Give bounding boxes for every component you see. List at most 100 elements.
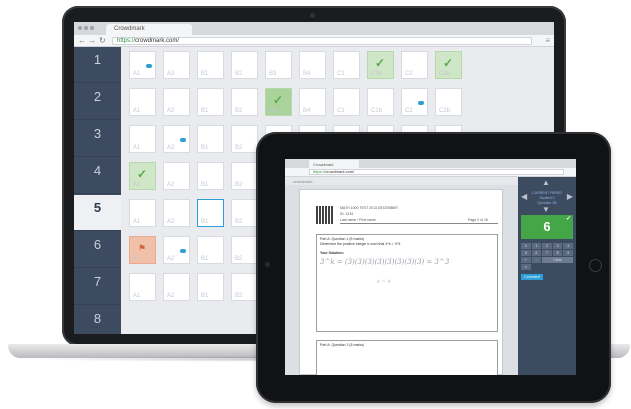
keypad-key[interactable]: - [531, 257, 542, 263]
row-number-5[interactable]: 5 [74, 195, 121, 231]
keypad-key[interactable]: 0 [521, 243, 531, 249]
row-number-4[interactable]: 4 [74, 158, 121, 194]
grade-cell[interactable]: C1 [333, 88, 360, 116]
comment-icon [180, 249, 186, 253]
grade-cell[interactable]: B2 [231, 88, 258, 116]
grade-cell[interactable]: A2 [163, 236, 190, 264]
grade-cell[interactable]: A1 [129, 125, 156, 153]
grade-cell[interactable]: B2 [231, 125, 258, 153]
grade-cell-label: A1 [133, 256, 141, 262]
keypad-key[interactable]: Clear [542, 257, 573, 263]
comment-button[interactable]: Comment [521, 274, 543, 280]
back-arrow-icon[interactable]: ← [78, 36, 86, 46]
reload-icon[interactable]: ↻ [99, 36, 106, 46]
grade-cell[interactable]: A1 [129, 273, 156, 301]
tablet-address-bar[interactable]: https://crowdmark.com/ [309, 169, 564, 175]
grade-cell[interactable]: A1 [129, 51, 156, 79]
keypad-key[interactable]: 5 [521, 250, 531, 256]
keypad-key[interactable]: 1 [531, 243, 542, 249]
grade-cell-label: A2 [167, 293, 175, 299]
keypad-key[interactable]: 8 [552, 250, 563, 256]
grade-cell[interactable]: A1 [129, 199, 156, 227]
tablet-url-host: crowdmark.com/ [325, 169, 355, 174]
grade-cell[interactable]: B2 [231, 236, 258, 264]
grade-cell[interactable]: C2 [401, 51, 428, 79]
grade-cell[interactable]: A1 [129, 88, 156, 116]
grade-cell[interactable]: B1 [197, 125, 224, 153]
keypad-key[interactable]: 3 [552, 243, 563, 249]
grade-cell-label: A1 [133, 71, 141, 77]
grade-cell[interactable]: B1 [197, 51, 224, 79]
grade-cell[interactable]: A2 [163, 88, 190, 116]
grade-cell[interactable]: B4 [299, 51, 326, 79]
forward-arrow-icon[interactable]: → [88, 36, 96, 46]
url-scheme: https:// [117, 38, 136, 44]
address-bar[interactable]: https://crowdmark.com/ [112, 37, 532, 45]
grade-cell-label: B4 [303, 71, 311, 77]
grade-cell[interactable]: C2 [401, 88, 428, 116]
grade-cell[interactable]: A1 ✓ [129, 162, 156, 190]
grade-cell[interactable]: B1 [197, 273, 224, 301]
grade-cell[interactable]: B1 [197, 199, 224, 227]
grading-sidebar: ▲ ◀ ▶ CURRENT PAPER Student 3 Question 2… [518, 177, 576, 375]
grade-cell[interactable]: B2 [231, 273, 258, 301]
left-arrow-icon[interactable]: ◀ [521, 192, 527, 201]
browser-toolbar: ← → ↻ https://crowdmark.com/ ≡ [74, 35, 554, 47]
grade-cell-label: A1 [133, 108, 141, 114]
row-number-1[interactable]: 1 [74, 47, 121, 83]
grade-cell[interactable]: B4 [299, 88, 326, 116]
keypad-key[interactable]: 2 [542, 243, 552, 249]
keypad-key[interactable]: 6 [531, 250, 542, 256]
row-number-3[interactable]: 3 [74, 121, 121, 157]
keypad-key[interactable]: 4 [563, 243, 573, 249]
keypad-key[interactable]: 9 [563, 250, 573, 256]
grade-cell[interactable]: B2 [231, 162, 258, 190]
grade-cell[interactable]: B3 [265, 51, 292, 79]
grade-cell[interactable]: C1 [333, 51, 360, 79]
grade-cell[interactable]: B3 ✓ [265, 88, 292, 116]
browser-tab[interactable]: Crowdmark [106, 24, 192, 35]
grade-cell[interactable]: A2 [163, 162, 190, 190]
window-close-dot[interactable] [78, 26, 82, 30]
grade-cell-label: B2 [235, 71, 243, 77]
window-zoom-dot[interactable] [90, 26, 94, 30]
grade-cell[interactable]: C1b [367, 88, 394, 116]
up-arrow-icon[interactable]: ▲ [542, 178, 550, 187]
question-2-box: Part A: Question 2 (5 marks) [316, 340, 498, 375]
grade-cell-label: A2 [167, 256, 175, 262]
keypad-key[interactable]: 7 [542, 250, 552, 256]
menu-icon[interactable]: ≡ [545, 36, 550, 46]
grade-cell[interactable]: B2 [231, 51, 258, 79]
keypad-key[interactable]: x [521, 264, 531, 270]
grade-cell[interactable]: A3 [163, 51, 190, 79]
header-line-1: MATH 1000 TEST 2013 DECEMBER [340, 206, 398, 210]
grade-cell-label: B2 [235, 219, 243, 225]
grade-cell[interactable]: B1 [197, 88, 224, 116]
row-number-2[interactable]: 2 [74, 84, 121, 120]
tablet-browser-tab[interactable]: Crowdmark [309, 160, 359, 168]
grade-cell[interactable]: A2 [163, 125, 190, 153]
grade-cell[interactable]: C1b ✓ [367, 51, 394, 79]
paper-viewer[interactable]: MATH 1000 TEST 2013 DECEMBER ID: 1234 La… [285, 185, 518, 375]
grade-cell-label: B4 [303, 108, 311, 114]
question-1-box: Part A: Question 1 (5 marks) Determine t… [316, 234, 498, 332]
grade-cell[interactable]: A1 ⚑ [129, 236, 156, 264]
row-number-6[interactable]: 6 [74, 232, 121, 268]
grade-cell[interactable]: C2b [435, 88, 462, 116]
header-line-4: Page 2 of 16 [468, 218, 488, 222]
row-number-8[interactable]: 8 [74, 306, 121, 334]
home-button[interactable] [589, 259, 602, 272]
grade-cell[interactable]: A2 [163, 273, 190, 301]
grade-cell-label: C2b [439, 108, 451, 114]
keypad-key[interactable]: + [521, 257, 531, 263]
row-number-7[interactable]: 7 [74, 269, 121, 305]
grade-cell[interactable]: B1 [197, 236, 224, 264]
grade-cell[interactable]: B2 [231, 199, 258, 227]
grade-cell[interactable]: C2b ✓ [435, 51, 462, 79]
grade-cell-label: C1 [337, 71, 345, 77]
grade-cell[interactable]: B1 [197, 162, 224, 190]
window-minimize-dot[interactable] [84, 26, 88, 30]
right-arrow-icon[interactable]: ▶ [567, 192, 573, 201]
down-arrow-icon[interactable]: ▼ [542, 205, 550, 214]
grade-cell[interactable]: A2 [163, 199, 190, 227]
